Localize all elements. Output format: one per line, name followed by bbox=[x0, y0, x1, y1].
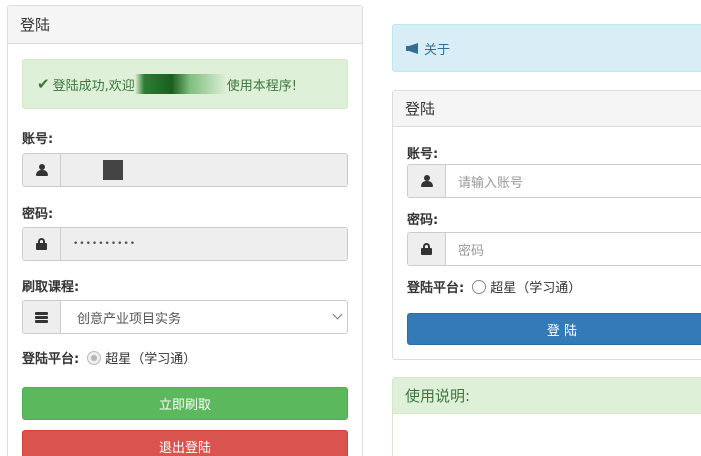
password-label: 密码: bbox=[407, 213, 439, 228]
brush-now-button[interactable]: 立即刷取 bbox=[22, 387, 348, 420]
logout-button[interactable]: 退出登陆 bbox=[22, 430, 348, 456]
platform-radio[interactable] bbox=[87, 350, 102, 365]
platform-label: 登陆平台: bbox=[407, 281, 465, 296]
platform-row: 登陆平台: 超星（学习通） bbox=[22, 348, 196, 367]
platform-radio[interactable] bbox=[472, 279, 487, 294]
login-button[interactable]: 登 陆 bbox=[407, 313, 701, 345]
login-success-alert: ✔ 登陆成功,欢迎 使用本程序! bbox=[22, 59, 348, 109]
redacted-username bbox=[134, 74, 227, 94]
redacted-account bbox=[103, 160, 123, 180]
platform-row: 登陆平台: 超星（学习通） bbox=[407, 277, 581, 296]
user-icon bbox=[23, 154, 61, 186]
check-icon: ✔ bbox=[37, 75, 50, 93]
list-icon bbox=[23, 301, 61, 333]
platform-label: 登陆平台: bbox=[22, 352, 80, 367]
success-suffix: 使用本程序! bbox=[226, 78, 297, 94]
login-form-panel: 登陆 账号: 请输入账号 密码: 密码 登陆平台: 超星（学习通） 登 陆 bbox=[392, 90, 701, 360]
password-field: •••••••••• bbox=[22, 227, 348, 261]
account-field bbox=[22, 153, 348, 187]
panel-title: 登陆 bbox=[8, 6, 362, 44]
account-label: 账号: bbox=[22, 132, 54, 147]
platform-option-label: 超星（学习通） bbox=[105, 352, 197, 367]
course-selected-value: 创意产业项目实务 bbox=[77, 311, 182, 327]
login-form-title: 登陆 bbox=[393, 91, 701, 127]
about-alert[interactable]: 关于 bbox=[392, 24, 701, 72]
about-label: 关于 bbox=[424, 42, 451, 58]
course-label: 刷取课程: bbox=[22, 280, 80, 295]
success-prefix: 登陆成功,欢迎 bbox=[52, 78, 135, 94]
course-select[interactable]: 创意产业项目实务 bbox=[22, 300, 348, 334]
usage-title: 使用说明: bbox=[393, 378, 701, 414]
user-icon bbox=[408, 165, 446, 197]
lock-icon bbox=[23, 228, 61, 260]
account-field[interactable]: 请输入账号 bbox=[407, 164, 701, 198]
lock-icon bbox=[408, 233, 446, 265]
password-input[interactable]: 密码 bbox=[446, 233, 701, 265]
account-input[interactable]: 请输入账号 bbox=[446, 165, 701, 197]
account-label: 账号: bbox=[407, 147, 439, 162]
password-input: •••••••••• bbox=[61, 228, 347, 260]
logged-in-panel: 登陆 ✔ 登陆成功,欢迎 使用本程序! 账号: 密码: •••••••••• 刷… bbox=[7, 5, 363, 456]
account-input bbox=[61, 154, 347, 186]
platform-option-label: 超星（学习通） bbox=[490, 281, 582, 296]
password-field[interactable]: 密码 bbox=[407, 232, 701, 266]
password-label: 密码: bbox=[22, 207, 54, 222]
usage-panel: 使用说明: bbox=[392, 377, 701, 456]
bullhorn-icon bbox=[406, 42, 418, 54]
